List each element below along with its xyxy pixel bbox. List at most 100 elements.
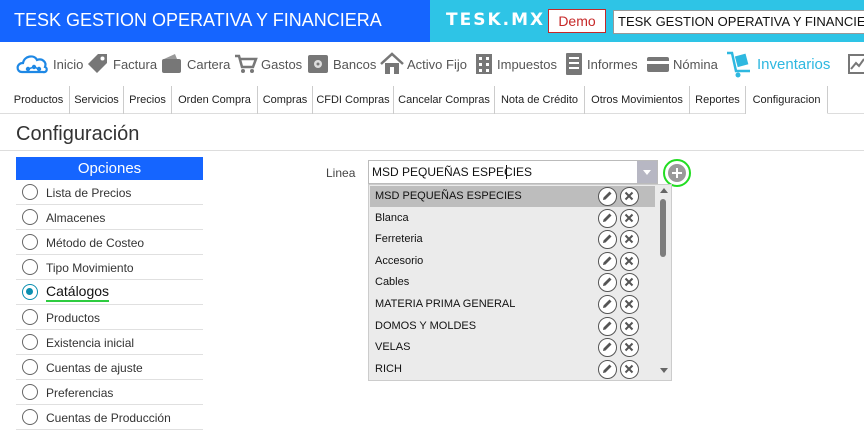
radio-button[interactable] <box>22 334 38 350</box>
delete-button[interactable] <box>620 230 639 250</box>
radio-button[interactable] <box>22 209 38 225</box>
pencil-icon <box>603 342 612 352</box>
brand-logo[interactable]: TESK.MX <box>446 0 545 40</box>
building-icon <box>476 54 492 74</box>
module-activo-fijo[interactable]: Activo Fijo <box>380 44 467 84</box>
module-factura[interactable]: Factura <box>86 44 157 84</box>
delete-button[interactable] <box>620 208 639 228</box>
delete-button[interactable] <box>620 251 639 271</box>
option-almacenes[interactable]: Almacenes <box>16 205 203 230</box>
edit-button[interactable] <box>598 359 617 379</box>
module-informes[interactable]: Informes <box>564 44 638 84</box>
scroll-up-arrow[interactable] <box>660 188 668 193</box>
dropdown-item[interactable]: Cables <box>370 272 655 293</box>
tab-reportes[interactable]: Reportes <box>690 86 746 114</box>
tab-otros-movimientos[interactable]: Otros Movimientos <box>585 86 690 114</box>
module-label: Gastos <box>261 56 303 72</box>
linea-combobox[interactable]: MSD PEQUEÑAS ESPECIES <box>368 160 658 184</box>
pencil-icon <box>603 213 612 222</box>
module-inventarios[interactable]: Inventarios <box>724 44 830 84</box>
edit-button[interactable] <box>598 251 617 271</box>
cart-icon <box>235 54 258 73</box>
linea-input-value[interactable]: MSD PEQUEÑAS ESPECIES <box>372 165 532 179</box>
module-cartera[interactable]: Cartera <box>160 44 230 84</box>
pencil-icon <box>603 364 612 373</box>
radio-button-checked[interactable] <box>22 284 38 300</box>
dropdown-item[interactable]: Blanca <box>370 208 655 229</box>
pencil-icon <box>603 299 612 308</box>
tab-servicios[interactable]: Servicios <box>70 86 124 114</box>
brand-area: TESK.MX Demo TESK GESTION OPERATIVA Y FI… <box>430 0 864 42</box>
tab-productos[interactable]: Productos <box>8 86 70 114</box>
edit-button[interactable] <box>598 316 617 336</box>
module-overflow[interactable] <box>848 44 864 84</box>
scrollbar[interactable] <box>656 185 671 380</box>
company-selector[interactable]: TESK GESTION OPERATIVA Y FINANCIERA <box>613 10 864 34</box>
dropdown-item[interactable]: DOMOS Y MOLDES <box>370 316 655 337</box>
pencil-icon <box>603 256 612 265</box>
edit-button[interactable] <box>598 273 617 293</box>
tab-compras[interactable]: Compras <box>258 86 313 114</box>
module-bancos[interactable]: Bancos <box>306 44 376 84</box>
tab-orden-compra[interactable]: Orden Compra <box>172 86 258 114</box>
delete-button[interactable] <box>620 359 639 379</box>
dropdown-item-label: Cables <box>375 276 410 289</box>
option-label: Cuentas de ajuste <box>46 361 143 375</box>
dropdown-item[interactable]: MSD PEQUEÑAS ESPECIES <box>370 186 655 207</box>
option-preferencias[interactable]: Preferencias <box>16 380 203 405</box>
option-catalogos[interactable]: Catálogos <box>16 280 203 305</box>
option-lista-de-precios[interactable]: Lista de Precios <box>16 180 203 205</box>
tab-configuracion[interactable]: Configuracion <box>746 86 828 114</box>
inventory-icon <box>727 51 750 78</box>
option-cuentas-de-produccion[interactable]: Cuentas de Producción <box>16 405 203 430</box>
dropdown-item-label: RICH <box>375 362 402 375</box>
tab-nota-de-credito[interactable]: Nota de Crédito <box>495 86 585 114</box>
tab-precios[interactable]: Precios <box>124 86 172 114</box>
dropdown-arrow-button[interactable] <box>637 161 657 183</box>
edit-button[interactable] <box>598 338 617 358</box>
edit-button[interactable] <box>598 187 617 206</box>
dropdown-item[interactable]: VELAS <box>370 337 655 358</box>
edit-button[interactable] <box>598 230 617 250</box>
radio-button[interactable] <box>22 234 38 250</box>
delete-button[interactable] <box>620 316 639 336</box>
module-impuestos[interactable]: Impuestos <box>474 44 557 84</box>
linea-dropdown-list[interactable]: MSD PEQUEÑAS ESPECIES Blanca Ferreteria Acc… <box>368 184 672 381</box>
tab-cancelar-compras[interactable]: Cancelar Compras <box>394 86 495 114</box>
option-cuentas-de-ajuste[interactable]: Cuentas de ajuste <box>16 355 203 380</box>
radio-button[interactable] <box>22 384 38 400</box>
radio-button[interactable] <box>22 409 38 425</box>
radio-button[interactable] <box>22 359 38 375</box>
radio-button[interactable] <box>22 259 38 275</box>
edit-button[interactable] <box>598 208 617 228</box>
tab-cfdi-compras[interactable]: CFDI Compras <box>313 86 394 114</box>
option-tipo-movimiento[interactable]: Tipo Movimiento <box>16 255 203 280</box>
module-nomina[interactable]: Nómina <box>646 44 718 84</box>
scroll-down-arrow[interactable] <box>660 368 668 373</box>
delete-button[interactable] <box>620 187 639 206</box>
delete-button[interactable] <box>620 273 639 293</box>
radio-button[interactable] <box>22 184 38 200</box>
dropdown-item[interactable]: RICH <box>370 359 655 380</box>
demo-button[interactable]: Demo <box>548 9 606 33</box>
options-panel: Opciones Lista de Precios Almacenes Méto… <box>16 157 203 430</box>
module-label: Impuestos <box>497 56 557 72</box>
document-icon <box>566 53 582 75</box>
option-metodo-de-costeo[interactable]: Método de Costeo <box>16 230 203 255</box>
dropdown-item[interactable]: Accesorio <box>370 251 655 272</box>
dropdown-item[interactable]: MATERIA PRIMA GENERAL <box>370 294 655 315</box>
module-inicio[interactable]: Inicio <box>14 44 83 84</box>
delete-button[interactable] <box>620 338 639 358</box>
option-label: Lista de Precios <box>46 186 132 200</box>
delete-button[interactable] <box>620 295 639 314</box>
add-linea-button[interactable] <box>663 159 691 187</box>
option-existencia-inicial[interactable]: Existencia inicial <box>16 330 203 355</box>
scroll-thumb[interactable] <box>660 199 666 257</box>
divider <box>0 150 864 151</box>
module-gastos[interactable]: Gastos <box>234 44 302 84</box>
edit-button[interactable] <box>598 295 617 314</box>
option-productos[interactable]: Productos <box>16 305 203 330</box>
dropdown-item[interactable]: Ferreteria <box>370 229 655 250</box>
radio-button[interactable] <box>22 309 38 325</box>
close-icon <box>624 364 634 374</box>
